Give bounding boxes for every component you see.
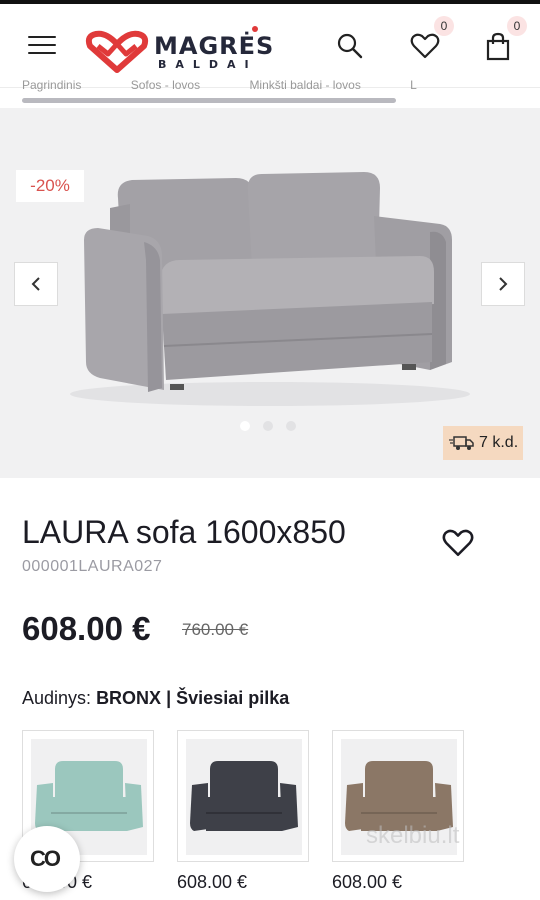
delivery-badge: 7 k.d.: [443, 426, 523, 460]
product-sku: 000001LAURA027: [22, 558, 163, 575]
breadcrumb: Pagrindinis Sofos - lovos Minkšti baldai…: [22, 78, 532, 92]
gallery-dots: [240, 418, 309, 436]
add-to-wishlist-heart-icon[interactable]: [442, 528, 474, 560]
breadcrumb-item[interactable]: Minkšti baldai - lovos: [249, 78, 360, 92]
gallery-dot[interactable]: [286, 421, 296, 431]
truck-icon: [449, 436, 474, 450]
variant-price: 608.00 €: [177, 872, 248, 892]
site-header: MAGRĖS BALDAI 0 0: [0, 4, 540, 88]
product-title: LAURA sofa 1600x850: [22, 514, 346, 550]
product-gallery[interactable]: -20% 7 k.d.: [0, 108, 540, 478]
gallery-next-button[interactable]: [481, 262, 525, 306]
wishlist-count-badge: 0: [434, 16, 454, 36]
breadcrumb-item[interactable]: Sofos - lovos: [131, 78, 200, 92]
wishlist-icon[interactable]: [410, 32, 440, 62]
variant-price: 608.00 €: [332, 872, 403, 892]
logo[interactable]: MAGRĖS BALDAI: [84, 26, 284, 74]
chevron-left-icon: [31, 277, 40, 291]
fabric-separator: |: [166, 688, 172, 708]
gallery-dot[interactable]: [263, 421, 273, 431]
cart-icon[interactable]: [485, 32, 515, 62]
logo-subtext: BALDAI: [158, 58, 258, 71]
gallery-dot[interactable]: [240, 421, 250, 431]
product-price: 608.00 €: [22, 610, 151, 647]
horizontal-scrollbar[interactable]: [22, 98, 396, 103]
watermark: skelbiu.lt: [366, 822, 460, 849]
gallery-prev-button[interactable]: [14, 262, 58, 306]
discount-badge: -20%: [16, 170, 84, 202]
chevron-right-icon: [499, 277, 508, 291]
delivery-label: 7 k.d.: [479, 434, 519, 451]
product-old-price: 760.00 €: [182, 620, 249, 639]
search-icon[interactable]: [336, 32, 366, 62]
breadcrumb-item[interactable]: L: [410, 78, 417, 92]
fabric-name: BRONX: [96, 688, 162, 708]
cookie-consent-button[interactable]: CO: [14, 826, 80, 892]
fabric-info: Audinys: BRONX | Šviesiai pilka: [22, 688, 289, 709]
fabric-label: Audinys:: [22, 688, 92, 708]
cookie-consent-label: CO: [30, 846, 61, 871]
breadcrumb-item[interactable]: Pagrindinis: [22, 78, 81, 92]
cart-count-badge: 0: [507, 16, 527, 36]
logo-mark-icon: [85, 30, 149, 73]
logo-text: MAGRĖS: [154, 32, 275, 60]
fabric-color: Šviesiai pilka: [176, 688, 290, 708]
variant-image: [186, 739, 302, 855]
variant-option[interactable]: [177, 730, 309, 862]
menu-icon[interactable]: [28, 36, 56, 56]
